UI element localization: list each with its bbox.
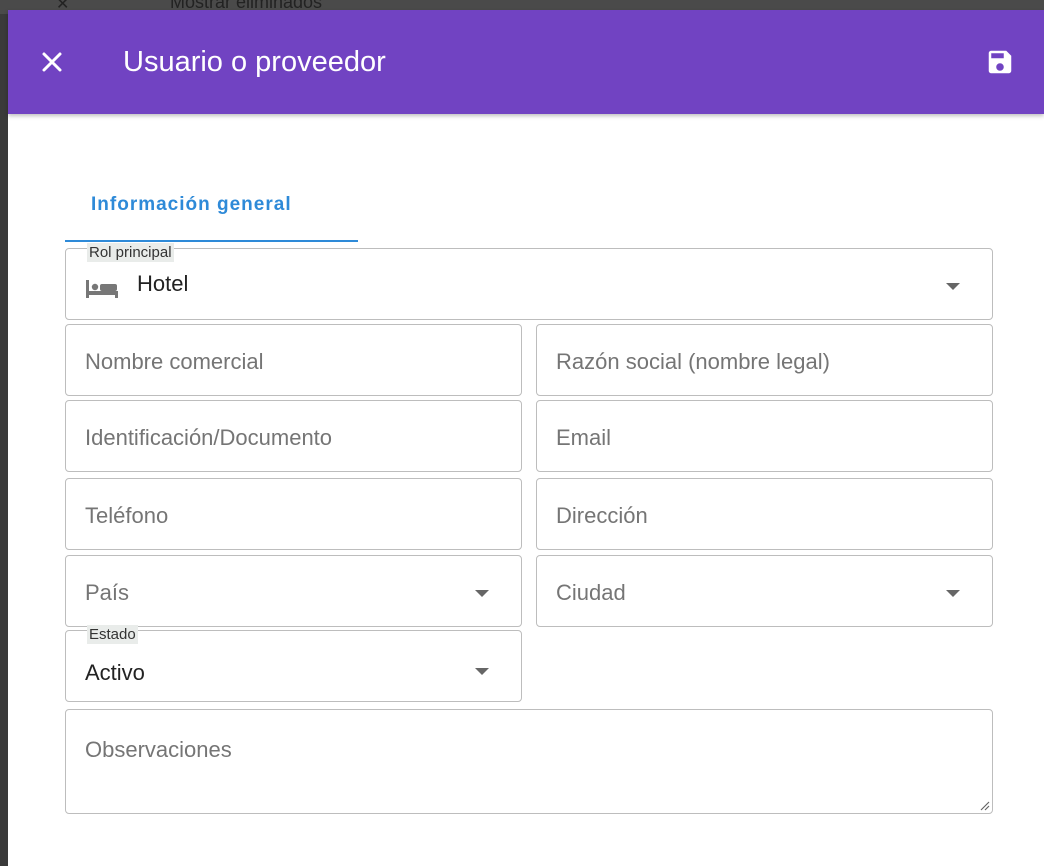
estado-select[interactable]: Estado Activo — [65, 625, 522, 702]
telefono-input[interactable]: Teléfono — [65, 478, 522, 550]
email-input[interactable]: Email — [536, 400, 993, 472]
rol-principal-select[interactable]: Rol principal Hotel — [65, 243, 993, 320]
rol-principal-value: Hotel — [137, 271, 189, 296]
dialog-toolbar: Usuario o proveedor — [8, 10, 1044, 114]
rol-principal-label: Rol principal — [87, 243, 174, 262]
direccion-placeholder: Dirección — [556, 503, 648, 528]
direccion-input[interactable]: Dirección — [536, 478, 993, 550]
ciudad-placeholder: Ciudad — [556, 580, 626, 605]
nombre-comercial-input[interactable]: Nombre comercial — [65, 324, 522, 396]
estado-label: Estado — [87, 625, 138, 644]
razon-social-placeholder: Razón social (nombre legal) — [556, 349, 830, 374]
close-button[interactable] — [32, 40, 72, 84]
chevron-down-icon — [475, 590, 489, 597]
tab-label: Información general — [91, 194, 292, 215]
estado-value: Activo — [85, 660, 145, 685]
close-icon — [42, 52, 62, 72]
observaciones-textarea[interactable]: Observaciones — [65, 709, 993, 814]
resize-handle-icon[interactable] — [978, 799, 990, 811]
razon-social-input[interactable]: Razón social (nombre legal) — [536, 324, 993, 396]
bed-icon — [86, 280, 118, 298]
chevron-down-icon — [946, 283, 960, 290]
active-tab-indicator — [65, 240, 358, 242]
pais-select[interactable]: País — [65, 555, 522, 627]
email-placeholder: Email — [556, 425, 612, 450]
telefono-placeholder: Teléfono — [85, 503, 169, 528]
chevron-down-icon — [475, 668, 489, 675]
chevron-down-icon — [946, 590, 960, 597]
observaciones-placeholder: Observaciones — [85, 737, 232, 762]
tab-informacion-general[interactable]: Información general — [65, 176, 358, 242]
nombre-comercial-placeholder: Nombre comercial — [85, 349, 264, 374]
identificacion-input[interactable]: Identificación/Documento — [65, 400, 522, 472]
save-button[interactable] — [978, 40, 1022, 84]
floppy-disk-icon — [988, 50, 1012, 74]
user-provider-dialog: Usuario o proveedor Información general … — [8, 10, 1044, 866]
pais-placeholder: País — [85, 580, 130, 605]
ciudad-select[interactable]: Ciudad — [536, 555, 993, 627]
dialog-title: Usuario o proveedor — [123, 46, 386, 78]
identificacion-placeholder: Identificación/Documento — [85, 425, 333, 450]
